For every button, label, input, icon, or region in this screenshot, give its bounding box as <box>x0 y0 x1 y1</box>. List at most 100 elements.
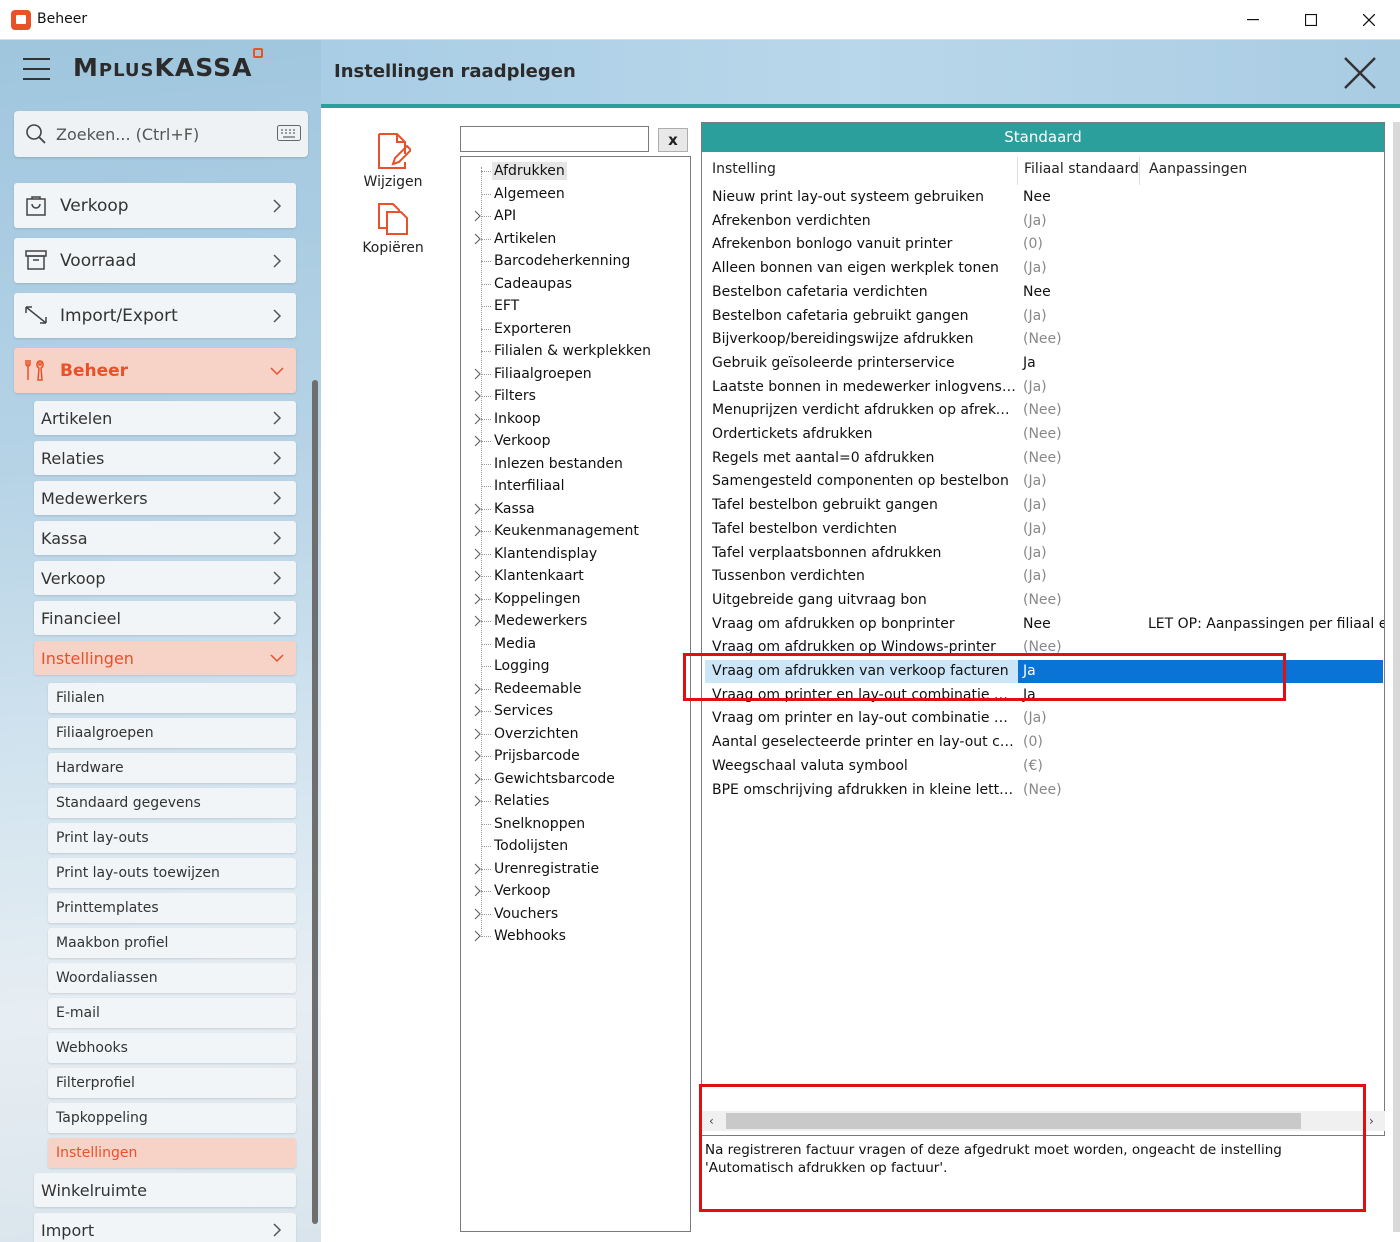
nav-standaard-gegevens[interactable]: Standaard gegevens <box>48 788 296 818</box>
tree-item[interactable]: Todolijsten <box>461 835 690 857</box>
expand-arrow-icon[interactable] <box>474 548 482 560</box>
edit-button[interactable]: Wijzigen <box>360 132 426 190</box>
nav-filialen[interactable]: Filialen <box>48 683 296 713</box>
copy-button[interactable]: Kopiëren <box>360 202 426 256</box>
settings-row[interactable]: Tafel bestelbon verdichten (Ja) <box>705 518 1383 541</box>
horizontal-scrollbar[interactable]: ‹ › <box>701 1111 1385 1131</box>
nav-email[interactable]: E-mail <box>48 998 296 1028</box>
scrollbar-thumb[interactable] <box>726 1113 1301 1129</box>
tree-item[interactable]: Redeemable <box>461 678 690 700</box>
close-window-button[interactable] <box>1340 0 1398 40</box>
column-header-aanpassingen[interactable]: Aanpassingen <box>1149 161 1247 177</box>
expand-arrow-icon[interactable] <box>474 210 482 222</box>
tree-item[interactable]: Inkoop <box>461 408 690 430</box>
expand-arrow-icon[interactable] <box>474 570 482 582</box>
tree-item[interactable]: Cadeaupas <box>461 273 690 295</box>
settings-row[interactable]: Weegschaal valuta symbool (€) <box>705 755 1383 778</box>
nav-voorraad[interactable]: Voorraad <box>14 238 296 283</box>
tree-clear-button[interactable]: x <box>658 128 688 152</box>
nav-artikelen[interactable]: Artikelen <box>34 401 296 435</box>
expand-arrow-icon[interactable] <box>474 593 482 605</box>
nav-verkoop[interactable]: Verkoop <box>14 183 296 228</box>
expand-arrow-icon[interactable] <box>474 683 482 695</box>
column-header-filiaal-standaard[interactable]: Filiaal standaard <box>1024 161 1139 177</box>
search-box[interactable] <box>14 111 308 157</box>
settings-row[interactable]: Menuprijzen verdicht afdrukken op afreke… <box>705 399 1383 422</box>
tree-item[interactable]: Media <box>461 633 690 655</box>
nav-printtemplates[interactable]: Printtemplates <box>48 893 296 923</box>
settings-row[interactable]: Laatste bonnen in medewerker inlogvenste… <box>705 376 1383 399</box>
tree-item[interactable]: Services <box>461 700 690 722</box>
tree-filter-input[interactable] <box>460 126 649 152</box>
menu-icon[interactable] <box>23 58 50 80</box>
expand-arrow-icon[interactable] <box>474 233 482 245</box>
nav-winkelruimte[interactable]: Winkelruimte <box>34 1173 296 1207</box>
tree-item[interactable]: EFT <box>461 295 690 317</box>
tree-item[interactable]: Filters <box>461 385 690 407</box>
settings-row[interactable]: BPE omschrijving afdrukken in kleine let… <box>705 779 1383 802</box>
expand-arrow-icon[interactable] <box>474 503 482 515</box>
tree-item[interactable]: Verkoop <box>461 880 690 902</box>
tree-item[interactable]: Filialen & werkplekken <box>461 340 690 362</box>
tree-item[interactable]: Klantenkaart <box>461 565 690 587</box>
settings-row[interactable]: Vraag om printer en lay-out combinatie v… <box>705 707 1383 730</box>
expand-arrow-icon[interactable] <box>474 435 482 447</box>
tree-item[interactable]: Artikelen <box>461 228 690 250</box>
tree-item[interactable]: Urenregistratie <box>461 858 690 880</box>
expand-arrow-icon[interactable] <box>474 413 482 425</box>
settings-row[interactable]: Tussenbon verdichten (Ja) <box>705 565 1383 588</box>
settings-row[interactable]: Alleen bonnen van eigen werkplek tonen (J… <box>705 257 1383 280</box>
settings-row[interactable]: Vraag om printer en lay-out combinatie v… <box>705 684 1383 707</box>
expand-arrow-icon[interactable] <box>474 525 482 537</box>
nav-beheer[interactable]: Beheer <box>14 348 296 393</box>
nav-woordaliassen[interactable]: Woordaliassen <box>48 963 296 993</box>
nav-relaties[interactable]: Relaties <box>34 441 296 475</box>
expand-arrow-icon[interactable] <box>474 930 482 942</box>
expand-arrow-icon[interactable] <box>474 705 482 717</box>
tree-item[interactable]: Inlezen bestanden <box>461 453 690 475</box>
tree-item[interactable]: Barcodeherkenning <box>461 250 690 272</box>
nav-import-export[interactable]: Import/Export <box>14 293 296 338</box>
tree-item[interactable]: Overzichten <box>461 723 690 745</box>
settings-row[interactable]: Tafel verplaatsbonnen afdrukken (Ja) <box>705 542 1383 565</box>
expand-arrow-icon[interactable] <box>474 728 482 740</box>
expand-arrow-icon[interactable] <box>474 750 482 762</box>
nav-hardware[interactable]: Hardware <box>48 753 296 783</box>
settings-row[interactable]: Vraag om afdrukken op bonprinter Nee LET O… <box>705 613 1384 636</box>
settings-row[interactable]: Nieuw print lay-out systeem gebruiken Nee <box>705 186 1383 209</box>
expand-arrow-icon[interactable] <box>474 368 482 380</box>
maximize-button[interactable] <box>1282 0 1340 40</box>
tree-item[interactable]: Medewerkers <box>461 610 690 632</box>
expand-arrow-icon[interactable] <box>474 390 482 402</box>
nav-financieel[interactable]: Financieel <box>34 601 296 635</box>
nav-print-layouts[interactable]: Print lay-outs <box>48 823 296 853</box>
expand-arrow-icon[interactable] <box>474 863 482 875</box>
nav-tapkoppeling[interactable]: Tapkoppeling <box>48 1103 296 1133</box>
tree-item[interactable]: Filiaalgroepen <box>461 363 690 385</box>
nav-verkoop-beheer[interactable]: Verkoop <box>34 561 296 595</box>
nav-kassa[interactable]: Kassa <box>34 521 296 555</box>
nav-instellingen-sub[interactable]: Instellingen <box>48 1138 296 1168</box>
scroll-right-icon[interactable]: › <box>1369 1114 1374 1128</box>
nav-import[interactable]: Import <box>34 1213 296 1242</box>
expand-arrow-icon[interactable] <box>474 773 482 785</box>
column-header-instelling[interactable]: Instelling <box>712 161 776 177</box>
tree-item[interactable]: API <box>461 205 690 227</box>
minimize-button[interactable] <box>1224 0 1282 40</box>
nav-print-layouts-toewijzen[interactable]: Print lay-outs toewijzen <box>48 858 296 888</box>
nav-webhooks[interactable]: Webhooks <box>48 1033 296 1063</box>
scroll-left-icon[interactable]: ‹ <box>709 1114 714 1128</box>
tree-item[interactable]: Klantendisplay <box>461 543 690 565</box>
settings-row[interactable]: Afrekenbon bonlogo vanuit printer (0) <box>705 233 1383 256</box>
tree-item[interactable]: Interfiliaal <box>461 475 690 497</box>
nav-instellingen[interactable]: Instellingen <box>34 641 296 675</box>
tree-item[interactable]: Snelknoppen <box>461 813 690 835</box>
tree-item[interactable]: Logging <box>461 655 690 677</box>
settings-row[interactable]: Uitgebreide gang uitvraag bon (Nee) <box>705 589 1383 612</box>
keyboard-icon[interactable] <box>277 125 301 141</box>
expand-arrow-icon[interactable] <box>474 908 482 920</box>
close-page-icon[interactable] <box>1342 55 1378 91</box>
expand-arrow-icon[interactable] <box>474 615 482 627</box>
settings-row[interactable]: Gebruik geïsoleerde printerservice Ja <box>705 352 1383 375</box>
settings-row[interactable]: Aantal geselecteerde printer en lay-out … <box>705 731 1383 754</box>
